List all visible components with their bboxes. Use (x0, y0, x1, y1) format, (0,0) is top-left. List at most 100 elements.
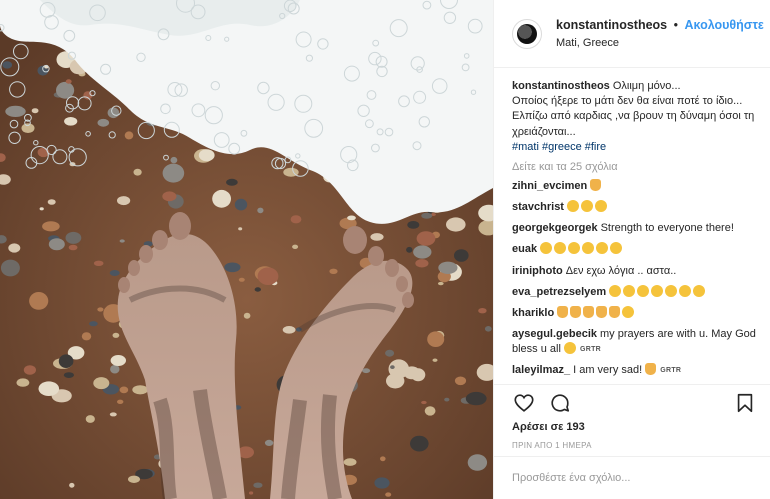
comment-username-link[interactable]: georgekgeorgek (512, 222, 598, 234)
pebble (362, 368, 371, 374)
follow-button[interactable]: Ακολουθήστε (684, 18, 763, 32)
pebble (133, 168, 142, 176)
post-photo[interactable] (0, 0, 493, 499)
pebble (385, 492, 392, 497)
profile-avatar[interactable] (512, 18, 542, 49)
location-link[interactable]: Mati, Greece (556, 36, 764, 50)
comment-list: zihni_evcimen stavchrist georgekgeorgek Str… (512, 178, 757, 379)
caption-hashtags[interactable]: #mati #greece #fire (512, 141, 606, 153)
sad-face-emoji-icon (566, 200, 579, 213)
comment-text: I am very sad! (573, 364, 646, 377)
pebble (162, 163, 185, 183)
pebble (119, 239, 125, 243)
pebble (438, 261, 458, 274)
praying-hands-emoji-icon (570, 305, 582, 318)
sad-face-emoji-icon (563, 342, 576, 355)
pebble (290, 215, 302, 224)
pebble (29, 292, 49, 310)
pebble (454, 376, 467, 386)
add-comment-input[interactable] (512, 472, 753, 484)
pebble (112, 332, 120, 338)
pebble (427, 331, 445, 348)
pebble (415, 259, 429, 268)
pebble (243, 312, 251, 319)
sad-face-emoji-icon (568, 242, 581, 255)
pebble (478, 308, 487, 314)
pebble (329, 268, 338, 274)
comment-username-link[interactable]: aysegul.gebecik (512, 328, 597, 340)
comment-username-link[interactable]: eva_petrezselyem (512, 286, 606, 298)
pebble (93, 377, 110, 390)
pebble (117, 399, 124, 404)
pebble (110, 364, 120, 374)
pebble (93, 260, 104, 266)
pebble (110, 355, 127, 366)
sad-face-emoji-icon (540, 242, 553, 255)
pebble (380, 456, 386, 462)
comment-bubble-icon[interactable] (548, 391, 572, 415)
comment-row: eva_petrezselyem (512, 284, 757, 300)
pebble (465, 391, 487, 406)
bookmark-icon[interactable] (733, 391, 757, 415)
comment-username-link[interactable]: zihni_evcimen (512, 180, 587, 192)
comment-username-link[interactable]: euak (512, 243, 537, 255)
pebble (68, 244, 78, 251)
pebble (109, 412, 117, 417)
sad-face-emoji-icon (679, 284, 692, 297)
pebble (282, 326, 296, 334)
sad-face-emoji-icon (622, 305, 635, 318)
pebble (97, 307, 104, 312)
caption-username-link[interactable]: konstantinostheos (512, 80, 610, 92)
heart-icon[interactable] (512, 391, 536, 415)
sad-face-emoji-icon (554, 242, 567, 255)
comment-text: Strength to everyone there! (600, 222, 734, 235)
header-username-link[interactable]: konstantinostheos (556, 18, 667, 32)
praying-hands-emoji-icon (583, 305, 595, 318)
view-all-comments-link[interactable]: Δείτε και τα 25 σχόλια (512, 161, 757, 173)
pebble (370, 233, 384, 241)
add-comment-bar (494, 456, 770, 499)
comment-row: euak (512, 242, 757, 257)
pebble (292, 244, 299, 249)
comment-suffix-label: GRTR (660, 367, 682, 375)
comment-row: laleyilmaz_ I am very sad! GRTR (512, 363, 757, 378)
comment-suffix-label: GRTR (579, 346, 602, 354)
pebble (388, 359, 410, 379)
comment-row: stavchrist (512, 200, 757, 215)
sad-face-emoji-icon (665, 284, 678, 297)
pebble (406, 246, 413, 253)
pebble (226, 178, 238, 186)
sad-face-emoji-icon (610, 242, 623, 255)
pebble (249, 491, 254, 495)
pebble (42, 221, 60, 232)
comment-username-link[interactable]: laleyilmaz_ (512, 364, 570, 376)
pebble (390, 365, 395, 369)
comment-row: georgekgeorgek Strength to everyone there… (512, 221, 757, 236)
comments-section[interactable]: konstantinostheos Ολιιμη μόνο... Οποίος ή… (494, 69, 770, 384)
post-header: konstantinostheos • Ακολουθήστε Mati, Gr… (494, 0, 770, 68)
comment-username-link[interactable]: khariklo (512, 307, 554, 319)
praying-hands-emoji-icon (609, 305, 621, 318)
actions-area: Αρέσει σε 193 ΠΡΙΝ ΑΠΟ 1 ΗΜΕΡΑ (494, 384, 770, 456)
pebble (198, 149, 215, 162)
pebble (119, 386, 129, 394)
sad-face-emoji-icon (594, 200, 607, 213)
pebble (8, 243, 21, 253)
praying-hands-emoji-icon (590, 178, 602, 191)
pebble (212, 189, 232, 208)
avatar-image (517, 23, 537, 44)
beach-feet-image (0, 0, 493, 499)
likes-count[interactable]: Αρέσει σε 193 (512, 421, 757, 433)
pebble (124, 131, 134, 140)
comment-username-link[interactable]: iriniphoto (512, 265, 563, 277)
pebble (48, 238, 65, 251)
comment-username-link[interactable]: stavchrist (512, 201, 564, 213)
comment-row: iriniphoto Δεν εχω λόγια .. αστα.. (512, 264, 757, 279)
pebble (454, 249, 469, 262)
pebble (254, 287, 261, 292)
praying-hands-emoji-icon (596, 305, 608, 318)
sad-face-emoji-icon (582, 242, 595, 255)
pebble (97, 118, 110, 127)
pebble (170, 156, 178, 164)
post-timestamp: ΠΡΙΝ ΑΠΟ 1 ΗΜΕΡΑ (512, 441, 592, 450)
